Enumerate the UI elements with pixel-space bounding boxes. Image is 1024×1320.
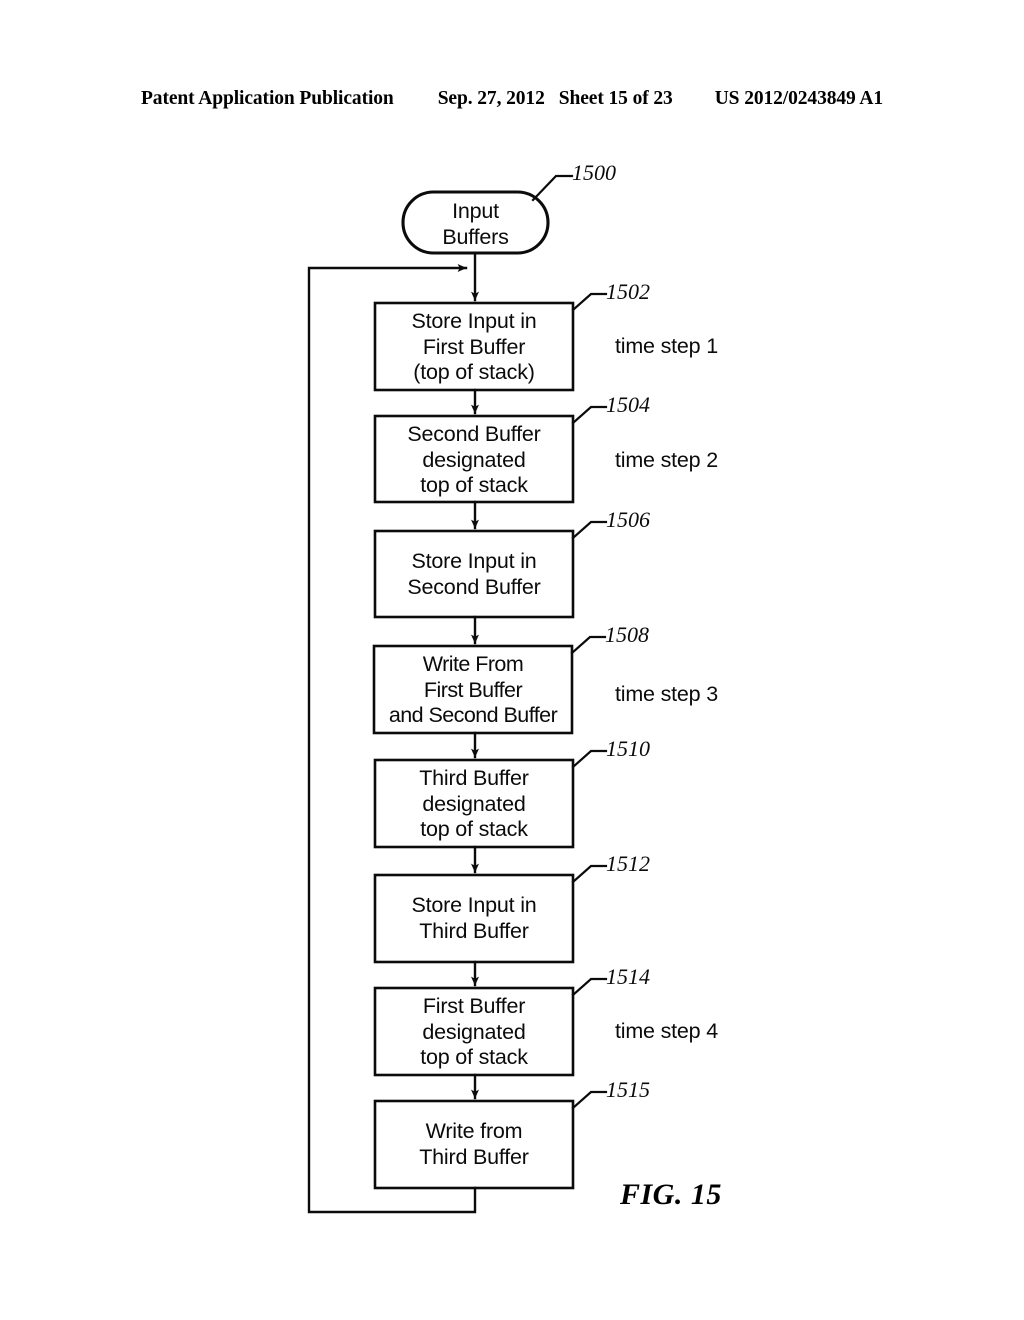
node-shape-1502 xyxy=(373,301,575,392)
leader-line-1514 xyxy=(571,977,608,997)
time-step-label-2: time step 2 xyxy=(615,448,718,472)
reference-numeral-1515: 1515 xyxy=(606,1077,650,1102)
node-shape-1510 xyxy=(373,758,575,849)
leader-line-1508 xyxy=(570,635,607,655)
figure-label: FIG. 15 xyxy=(620,1178,722,1211)
time-step-label-4: time step 4 xyxy=(615,1019,718,1043)
node-shape-1504 xyxy=(373,414,575,504)
node-shape-1506 xyxy=(373,529,575,619)
leader-line-1500 xyxy=(531,174,574,202)
leader-line-1515 xyxy=(571,1090,608,1110)
leader-line-1502 xyxy=(571,292,608,312)
leader-line-1512 xyxy=(571,864,608,884)
node-shape-1508 xyxy=(372,644,574,735)
reference-numeral-1504: 1504 xyxy=(606,392,650,417)
node-shape-1512 xyxy=(373,873,575,964)
reference-numeral-1500: 1500 xyxy=(572,160,616,185)
time-step-label-1: time step 1 xyxy=(615,334,718,358)
reference-numeral-1512: 1512 xyxy=(606,851,650,876)
leader-line-1506 xyxy=(571,520,608,540)
node-shape-1515 xyxy=(373,1099,575,1190)
leader-line-1510 xyxy=(571,749,608,769)
reference-numeral-1502: 1502 xyxy=(606,279,650,304)
reference-numeral-1508: 1508 xyxy=(605,622,649,647)
node-shape-1514 xyxy=(373,986,575,1077)
node-shape-start xyxy=(401,190,550,255)
flowchart-figure: Input Buffers Store Input in First Buffe… xyxy=(0,0,1024,1320)
reference-numeral-1506: 1506 xyxy=(606,507,650,532)
reference-numeral-1514: 1514 xyxy=(606,964,650,989)
flowchart-vector-layer xyxy=(307,174,608,1214)
leader-line-1504 xyxy=(571,405,608,425)
time-step-label-3: time step 3 xyxy=(615,682,718,706)
reference-numeral-1510: 1510 xyxy=(606,736,650,761)
